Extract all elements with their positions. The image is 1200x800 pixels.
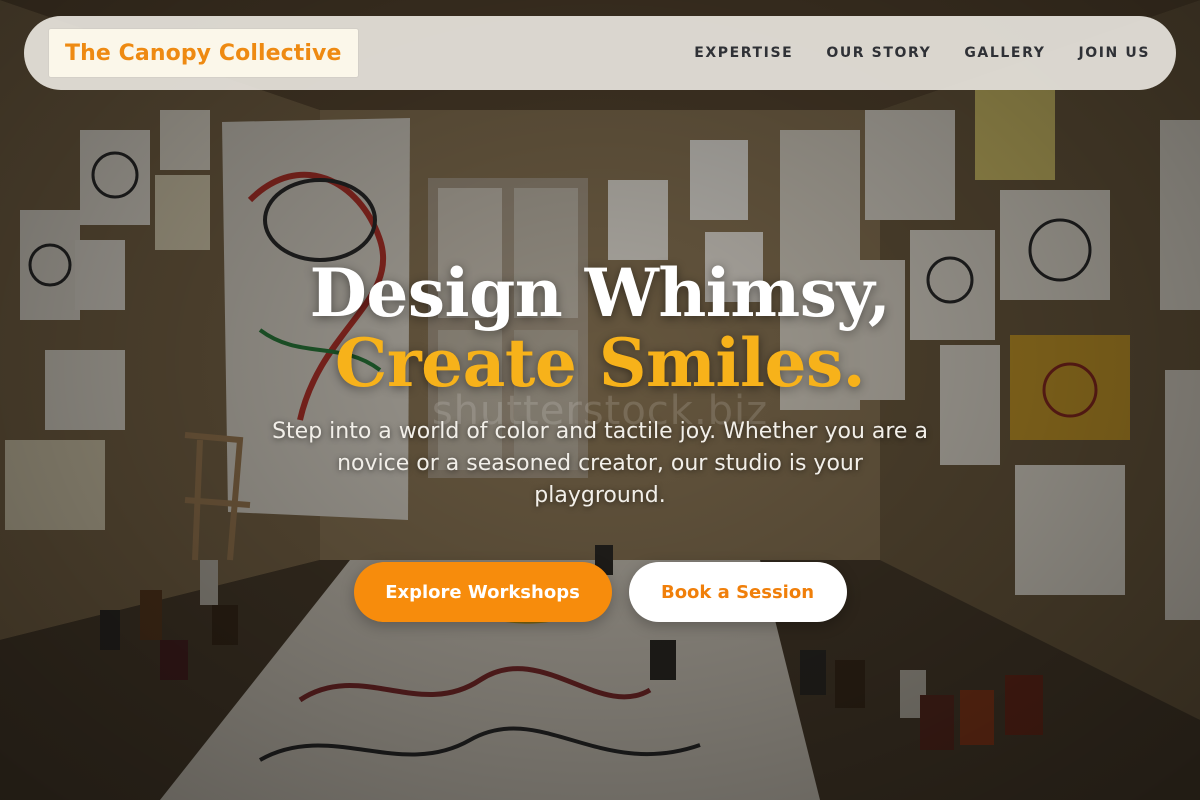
hero-intro-text: Step into a world of color and tactile j… (272, 419, 928, 508)
book-session-button[interactable]: Book a Session (628, 562, 847, 622)
hero-headline: Design Whimsy, Create Smiles. (0, 258, 1200, 398)
hero-section: shutterstock.biz The Canopy Collective E… (0, 0, 1200, 800)
nav-link-our-story[interactable]: OUR STORY (826, 45, 931, 61)
cta-button-group: Explore Workshops Book a Session (0, 562, 1200, 622)
site-header: The Canopy Collective EXPERTISE OUR STOR… (24, 16, 1176, 90)
explore-workshops-button[interactable]: Explore Workshops (353, 562, 612, 622)
headline-line-2: Create Smiles. (334, 324, 866, 402)
main-nav: EXPERTISE OUR STORY GALLERY JOIN US (694, 45, 1150, 61)
nav-link-join-us[interactable]: JOIN US (1078, 45, 1150, 61)
nav-link-gallery[interactable]: GALLERY (964, 45, 1045, 61)
nav-link-expertise[interactable]: EXPERTISE (694, 45, 793, 61)
brand-logo[interactable]: The Canopy Collective (49, 29, 358, 77)
hero-content: Design Whimsy, Create Smiles. Step into … (0, 258, 1200, 512)
brand-name: The Canopy Collective (65, 40, 342, 66)
headline-line-1: Design Whimsy, (309, 254, 891, 332)
